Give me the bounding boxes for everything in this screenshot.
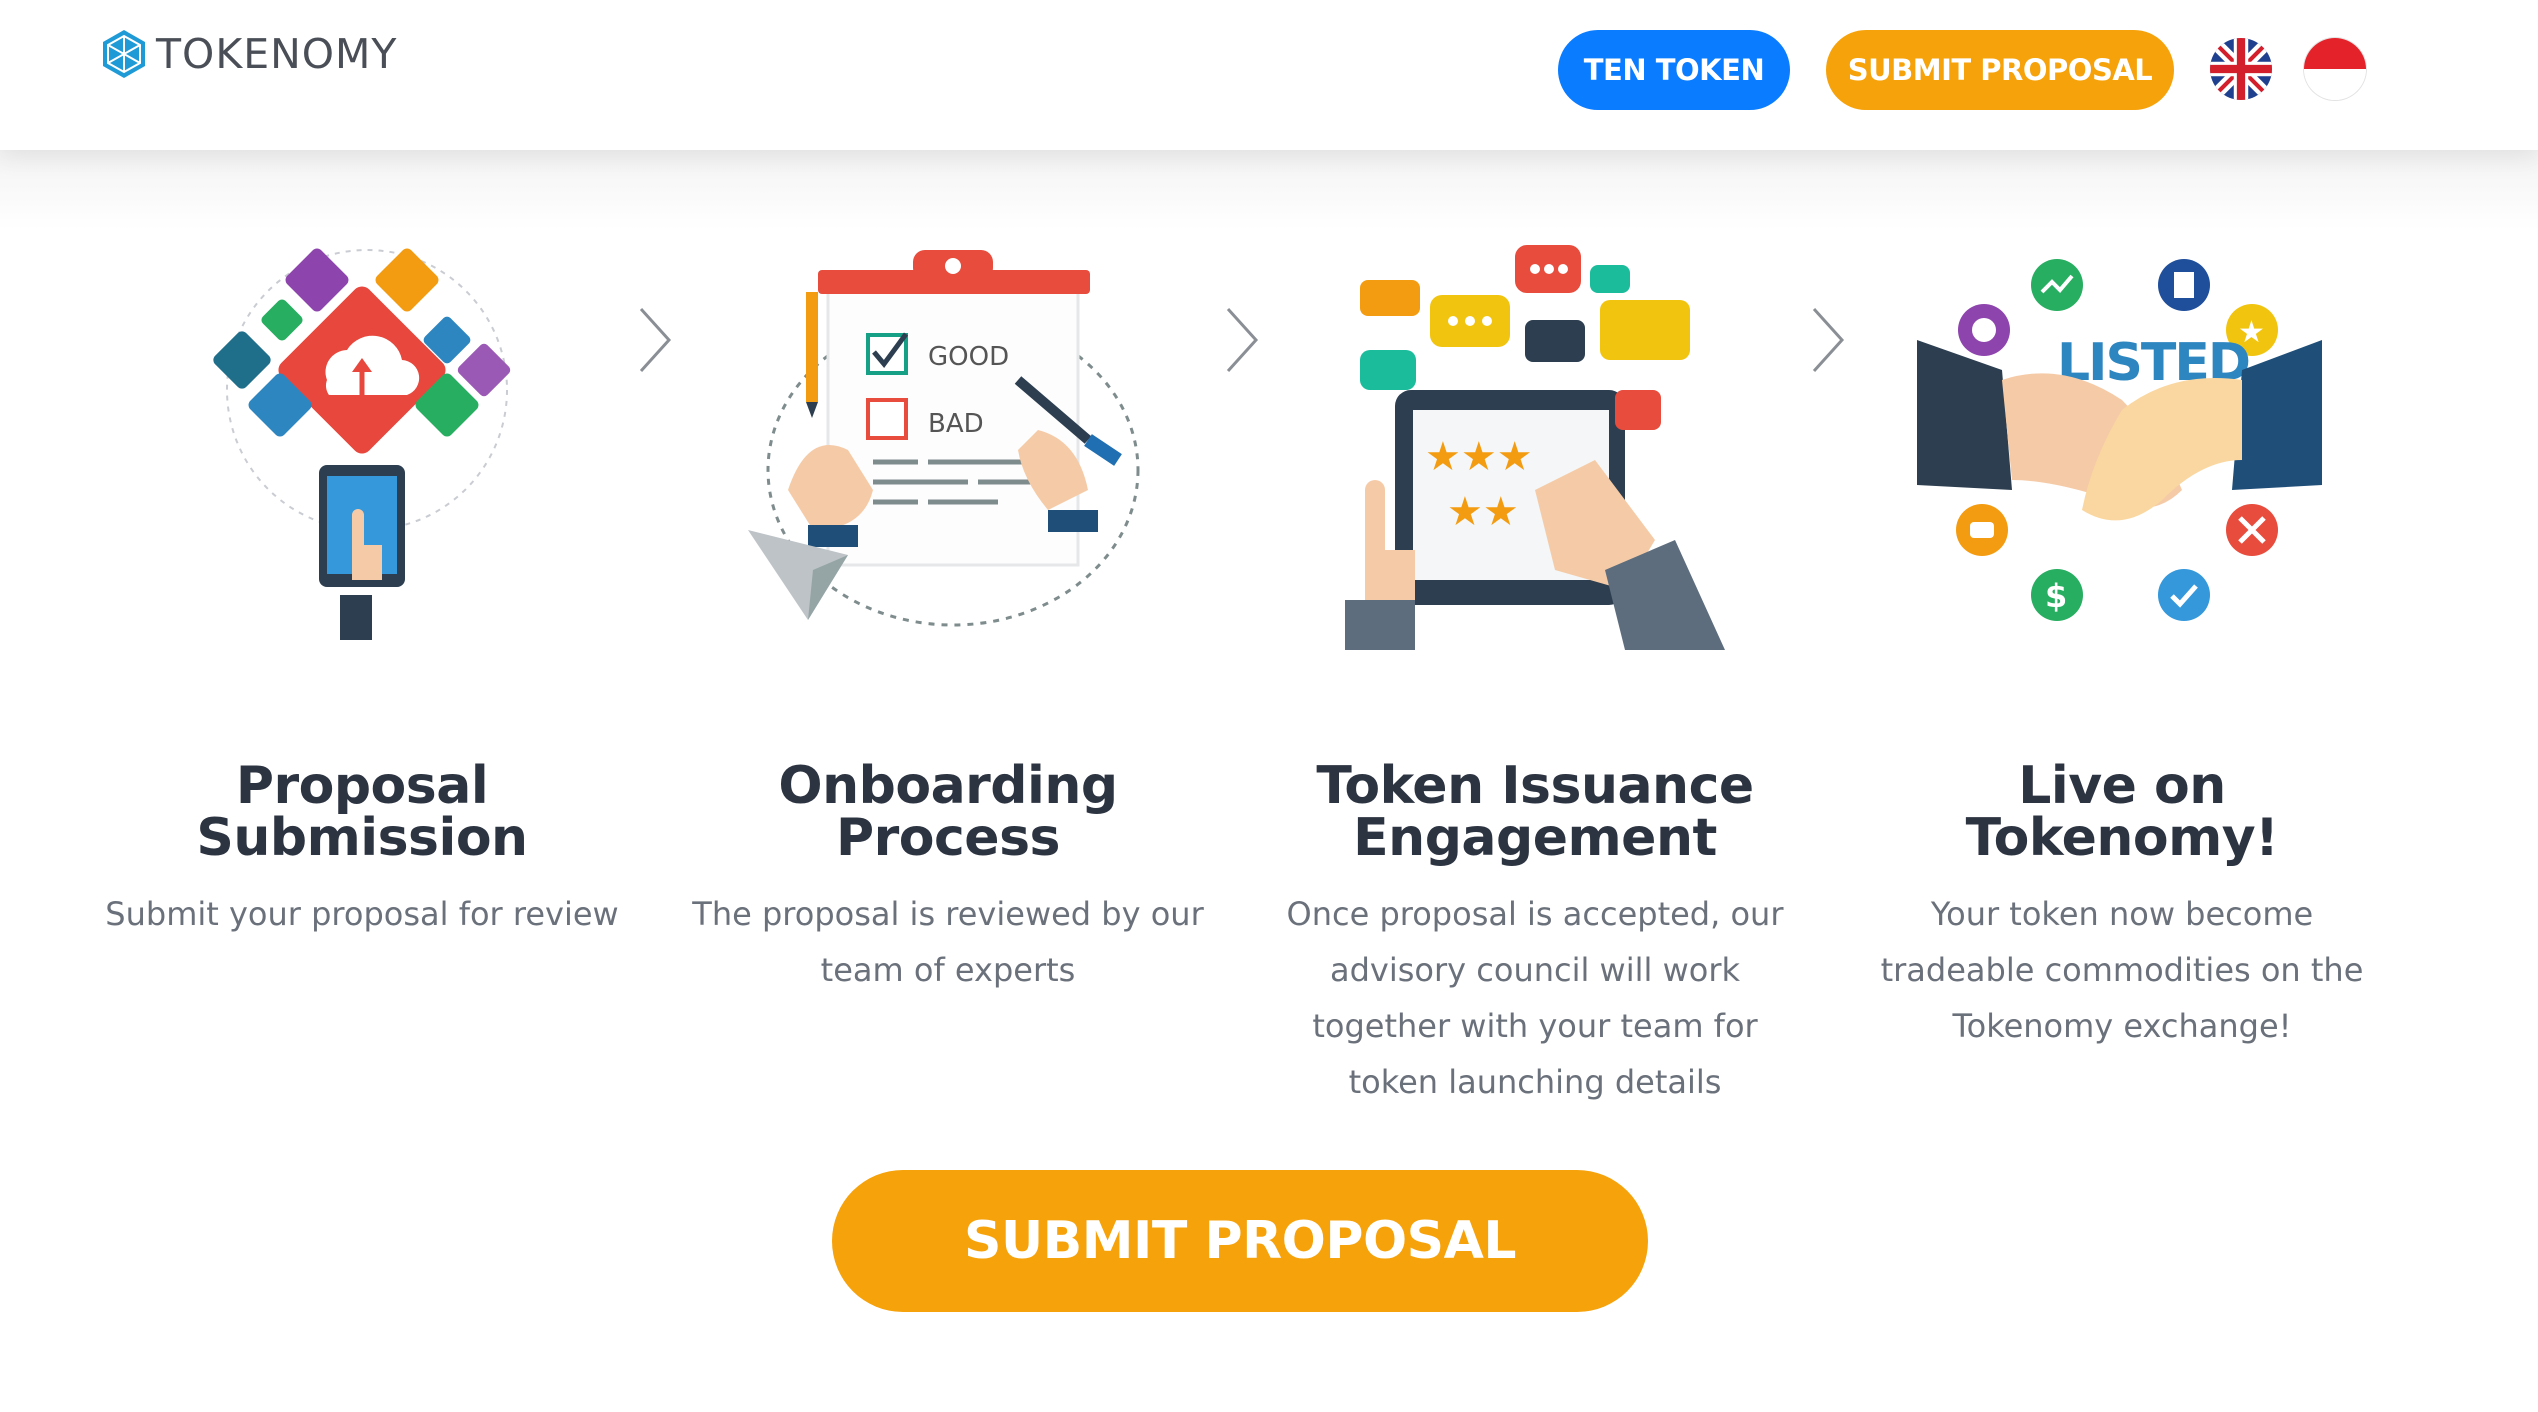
ten-token-button[interactable]: TEN TOKEN: [1558, 30, 1790, 110]
good-label: GOOD: [928, 342, 1009, 372]
submit-proposal-button[interactable]: SUBMIT PROPOSAL: [832, 1170, 1648, 1312]
tokenomy-logo-icon: [103, 30, 145, 78]
listed-handshake-illustration: ★ LISTED $: [1912, 240, 2332, 650]
chevron-right-icon: [635, 305, 675, 375]
top-header: TOKENOMY TEN TOKEN SUBMIT PROPOSAL: [0, 0, 2538, 150]
bad-label: BAD: [928, 409, 984, 439]
brand-name: TOKENOMY: [156, 30, 398, 78]
step-description: Your token now become tradeable commodit…: [1880, 895, 2364, 1045]
proposal-submission-illustration: [152, 240, 572, 650]
step-description: Submit your proposal for review: [105, 895, 619, 933]
step-title: Token Issuance Engagement: [1316, 756, 1754, 868]
step-onboarding-process: Onboarding Process The proposal is revie…: [668, 760, 1228, 998]
svg-text:★★: ★★: [1447, 489, 1519, 535]
token-issuance-illustration: ★★★ ★★: [1325, 240, 1745, 650]
chevron-right-icon: [1808, 305, 1848, 375]
step-title: Live on Tokenomy!: [1965, 756, 2279, 868]
step-title: Onboarding Process: [778, 756, 1118, 868]
step-proposal-submission: Proposal Submission Submit your proposal…: [82, 760, 642, 942]
english-flag-icon[interactable]: [2210, 38, 2272, 100]
svg-text:$: $: [2045, 577, 2067, 615]
step-live-on-tokenomy: Live on Tokenomy! Your token now become …: [1842, 760, 2402, 1054]
onboarding-checklist-illustration: GOOD BAD: [738, 240, 1158, 650]
step-title: Proposal Submission: [196, 756, 528, 868]
step-description: Once proposal is accepted, our advisory …: [1286, 895, 1784, 1101]
step-token-issuance-engagement: Token Issuance Engagement Once proposal …: [1255, 760, 1815, 1110]
indonesia-flag-icon[interactable]: [2304, 38, 2366, 100]
svg-text:★★★: ★★★: [1425, 434, 1533, 480]
chevron-right-icon: [1222, 305, 1262, 375]
step-description: The proposal is reviewed by our team of …: [692, 895, 1204, 989]
header-submit-proposal-button[interactable]: SUBMIT PROPOSAL: [1826, 30, 2174, 110]
tokenomy-logo[interactable]: TOKENOMY: [98, 26, 397, 82]
